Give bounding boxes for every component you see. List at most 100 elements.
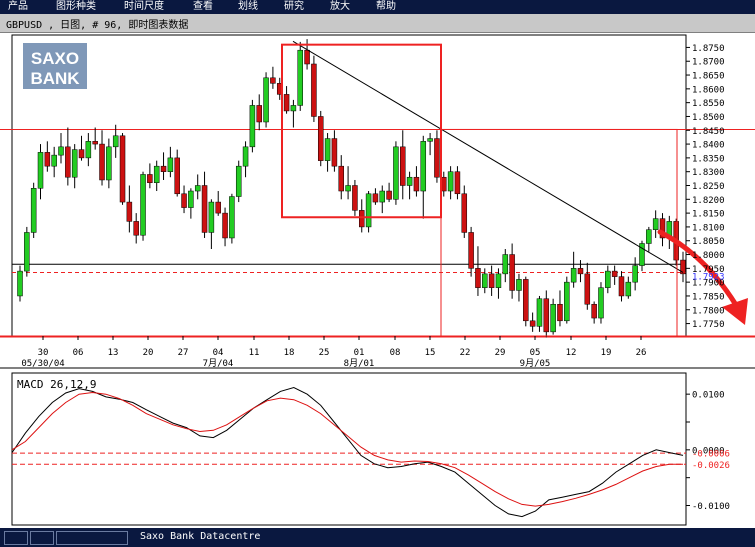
status-panel-1	[4, 531, 28, 545]
candle	[317, 110, 324, 167]
candle-body-down	[386, 190, 392, 200]
candle-body-up	[625, 281, 632, 297]
month-label: 9月/05	[520, 358, 551, 369]
candle-body-down	[468, 232, 474, 269]
candle-body-up	[235, 165, 242, 197]
candle-body-up	[482, 273, 488, 288]
candle	[523, 276, 529, 327]
candle-body-down	[181, 193, 187, 208]
date-axis: 30 06 13 20 27 04 11 18 25 01 08 15 22 29 05 12 19 26 05/3…	[21, 336, 646, 369]
candle	[393, 141, 399, 205]
menu-item-zoom[interactable]: 放大	[330, 0, 350, 14]
candle-body-down	[441, 176, 447, 192]
date-tick-label: 01	[354, 348, 365, 358]
candle-body-up	[420, 141, 427, 192]
status-panel-2	[30, 531, 54, 545]
candle-body-down	[413, 176, 420, 192]
candle-body-up	[30, 188, 37, 233]
candle	[598, 282, 604, 324]
candle-body-down	[147, 174, 153, 183]
candle-body-up	[51, 154, 57, 167]
candle-body-down	[304, 49, 310, 65]
menu-item-help[interactable]: 帮助	[376, 0, 396, 14]
candle-body-down	[543, 298, 550, 333]
menu-item-product[interactable]: 产品	[8, 0, 28, 14]
candle-body-down	[400, 146, 406, 186]
chart-canvas[interactable]: SAXO BANK 1.8750 1.8700 1.8650 1.8600 1.8550…	[0, 33, 755, 528]
candle-body-down	[317, 116, 324, 161]
candle-body-down	[331, 138, 338, 167]
date-tick-label: 29	[495, 348, 506, 358]
candle-body-up	[324, 138, 331, 161]
candle	[119, 133, 126, 205]
price-tick-label: 1.7800	[692, 306, 725, 316]
candle-body-up	[140, 174, 146, 236]
price-tick-label: 1.8050	[692, 237, 725, 247]
date-tick-label: 22	[460, 348, 471, 358]
candle	[229, 193, 235, 244]
price-tick-label: 1.8000	[692, 251, 725, 261]
price-tick-label: 1.8450	[692, 127, 725, 137]
price-tick-label: 1.8350	[692, 154, 725, 164]
candle-body-up	[598, 287, 604, 319]
date-tick-label: 04	[213, 348, 224, 358]
candle-body-down	[92, 141, 98, 145]
price-tick-label: 1.8100	[692, 223, 725, 233]
candle-body-down	[119, 135, 126, 203]
candle-body-down	[283, 94, 290, 112]
date-tick-label: 20	[143, 348, 154, 358]
candle-body-up	[570, 268, 577, 283]
status-panel-3	[56, 531, 128, 545]
date-tick-label: 27	[178, 348, 189, 358]
candle-body-up	[188, 190, 194, 208]
candle	[550, 298, 556, 335]
menu-item-view[interactable]: 查看	[193, 0, 213, 14]
candle	[24, 226, 30, 277]
date-tick-label: 19	[601, 348, 612, 358]
candle	[30, 182, 37, 238]
macd-tick-label: -0.0100	[692, 502, 730, 512]
price-tick-label: 1.8150	[692, 210, 725, 220]
candle-body-up	[550, 303, 556, 333]
candle-body-up	[242, 146, 249, 167]
menu-item-research[interactable]: 研究	[284, 0, 304, 14]
price-tick-label: 1.8650	[692, 72, 725, 82]
candle-body-up	[153, 165, 160, 183]
candle-body-down	[591, 303, 597, 319]
candle-body-up	[427, 138, 433, 142]
candle-body-up	[605, 270, 611, 288]
candle-body-down	[126, 201, 133, 222]
logo-line1: SAXO	[31, 49, 79, 68]
candle	[536, 295, 543, 332]
candle-body-down	[488, 273, 495, 288]
price-tick-label: 1.8700	[692, 58, 725, 68]
menu-item-chart-type[interactable]: 图形种类	[56, 0, 96, 14]
candle-body-down	[160, 165, 167, 172]
candle-body-up	[393, 146, 399, 200]
candle-body-up	[229, 196, 235, 239]
candle-body-down	[78, 149, 85, 159]
candle-body-up	[297, 49, 303, 106]
candle-body-up	[17, 270, 23, 297]
candle-body-down	[65, 146, 71, 178]
macd-value-label: -0.0026	[692, 461, 730, 471]
candle-body-up	[365, 193, 372, 228]
menu-item-draw[interactable]: 划线	[238, 0, 258, 14]
status-text: Saxo Bank Datacentre	[140, 531, 261, 542]
macd-axis: 0.01000.0000-0.0100-0.0006-0.0026	[686, 391, 730, 512]
candle-body-down	[454, 171, 461, 195]
menu-item-timescale[interactable]: 时间尺度	[124, 0, 164, 14]
status-bar: Saxo Bank Datacentre	[0, 528, 755, 547]
candle-body-up	[495, 273, 502, 288]
date-tick-label: 18	[284, 348, 295, 358]
chart-area[interactable]: SAXO BANK 1.8750 1.8700 1.8650 1.8600 1.8550…	[0, 33, 755, 528]
candle-body-down	[434, 138, 440, 178]
price-tick-label: 1.8600	[692, 85, 725, 95]
candle	[564, 276, 570, 324]
month-label: 05/30/04	[21, 359, 64, 369]
chart-title: GBPUSD , 日图, # 96, 即时图表数据	[6, 20, 189, 31]
candle-body-up	[406, 176, 413, 186]
candle-body-up	[345, 185, 351, 192]
candle-body-up	[71, 149, 78, 178]
candle	[352, 179, 358, 216]
